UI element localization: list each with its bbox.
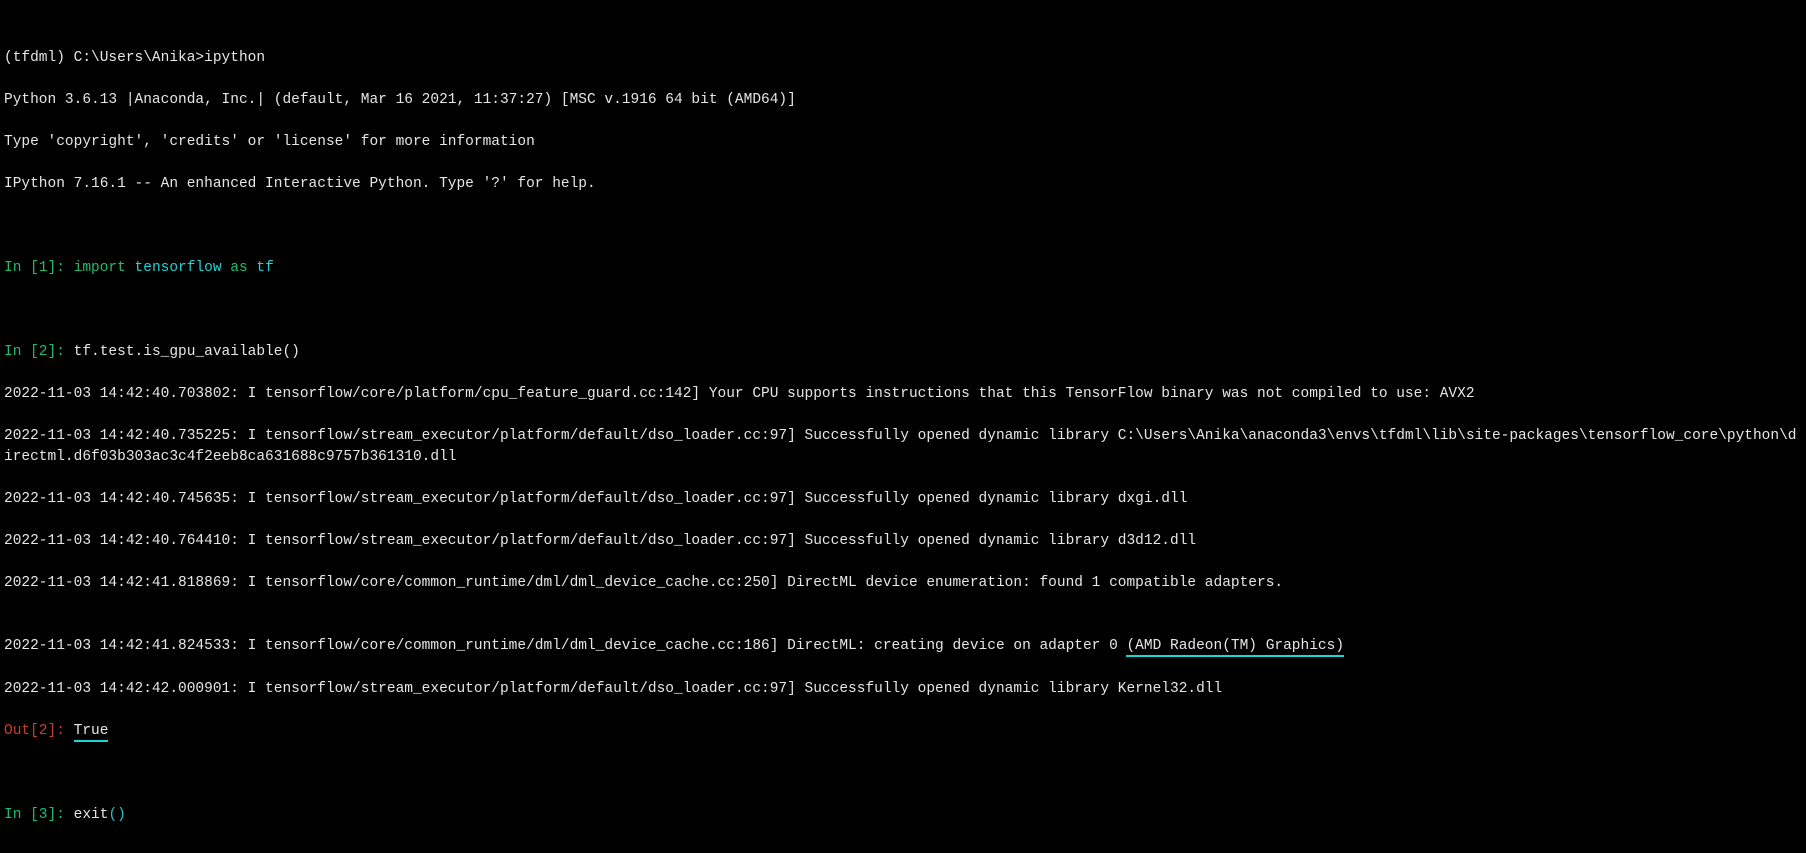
log-line-0: 2022-11-03 14:42:40.703802: I tensorflow… [4,384,1802,405]
log-line-6-head: 2022-11-03 14:42:41.824533: I tensorflow… [4,638,1126,654]
in-3-code-1: exit [74,807,109,823]
out-2-prompt: Out[2]: [4,723,74,739]
out-2-line: Out[2]: True [4,721,1802,742]
shell-prompt: (tfdml) C:\Users\Anika> [4,50,204,66]
python-banner-2: Type 'copyright', 'credits' or 'license'… [4,132,1802,153]
kw-as: as [230,260,247,276]
blank-line-2 [4,300,1802,321]
log-line-6: 2022-11-03 14:42:41.824533: I tensorflow… [4,636,1802,657]
shell-command: ipython [204,50,265,66]
blank-line-1 [4,216,1802,237]
kw-import: import [74,260,126,276]
in-1-line: In [1]: import tensorflow as tf [4,258,1802,279]
log-line-3: 2022-11-03 14:42:40.764410: I tensorflow… [4,531,1802,552]
in-2-line: In [2]: tf.test.is_gpu_available() [4,342,1802,363]
adapter-highlight: (AMD Radeon(TM) Graphics) [1126,638,1344,657]
in-3-prompt: In [3]: [4,807,74,823]
in-1-prompt: In [1]: [4,260,74,276]
python-banner-3: IPython 7.16.1 -- An enhanced Interactiv… [4,174,1802,195]
out-2-value: True [74,723,109,742]
in-2-code: tf.test.is_gpu_available() [74,344,300,360]
mod-tensorflow: tensorflow [135,260,222,276]
in-3-code-parens: () [108,807,125,823]
blank-line-3 [4,763,1802,784]
log-line-1: 2022-11-03 14:42:40.735225: I tensorflow… [4,426,1802,468]
terminal[interactable]: (tfdml) C:\Users\Anika>ipython Python 3.… [0,0,1806,853]
python-banner-1: Python 3.6.13 |Anaconda, Inc.| (default,… [4,90,1802,111]
log-line-4: 2022-11-03 14:42:41.818869: I tensorflow… [4,573,1802,594]
log-line-2: 2022-11-03 14:42:40.745635: I tensorflow… [4,489,1802,510]
in-2-prompt: In [2]: [4,344,74,360]
in-3-line: In [3]: exit() [4,805,1802,826]
shell-prompt-line: (tfdml) C:\Users\Anika>ipython [4,48,1802,69]
log-line-7: 2022-11-03 14:42:42.000901: I tensorflow… [4,679,1802,700]
alias-tf: tf [256,260,273,276]
